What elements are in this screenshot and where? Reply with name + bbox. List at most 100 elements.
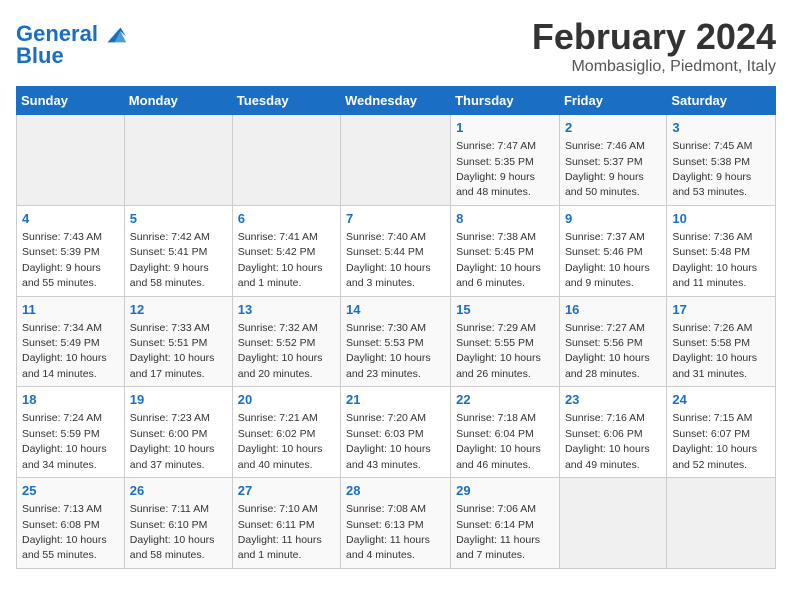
day-number: 29 xyxy=(456,482,554,500)
day-number: 13 xyxy=(238,301,335,319)
calendar-cell xyxy=(667,478,776,569)
day-number: 9 xyxy=(565,210,661,228)
day-detail: Sunrise: 7:34 AMSunset: 5:49 PMDaylight:… xyxy=(22,322,107,380)
day-number: 2 xyxy=(565,119,661,137)
calendar-cell: 13 Sunrise: 7:32 AMSunset: 5:52 PMDayligh… xyxy=(232,296,340,387)
day-detail: Sunrise: 7:11 AMSunset: 6:10 PMDaylight:… xyxy=(130,503,215,561)
calendar-cell: 4Sunrise: 7:43 AMSunset: 5:39 PMDaylight… xyxy=(17,205,125,296)
calendar-cell: 26 Sunrise: 7:11 AMSunset: 6:10 PMDayligh… xyxy=(124,478,232,569)
day-number: 1 xyxy=(456,119,554,137)
calendar-cell xyxy=(232,115,340,206)
location-title: Mombasiglio, Piedmont, Italy xyxy=(532,58,776,76)
day-number: 22 xyxy=(456,391,554,409)
weekday-header-saturday: Saturday xyxy=(667,87,776,115)
day-number: 14 xyxy=(346,301,445,319)
header: General Blue February 2024 Mombasiglio, … xyxy=(16,16,776,76)
day-number: 25 xyxy=(22,482,119,500)
calendar-cell: 11 Sunrise: 7:34 AMSunset: 5:49 PMDayligh… xyxy=(17,296,125,387)
day-number: 16 xyxy=(565,301,661,319)
day-detail: Sunrise: 7:40 AMSunset: 5:44 PMDaylight:… xyxy=(346,231,431,289)
day-detail: Sunrise: 7:46 AMSunset: 5:37 PMDaylight:… xyxy=(565,140,645,198)
calendar-week-4: 18 Sunrise: 7:24 AMSunset: 5:59 PMDayligh… xyxy=(17,387,776,478)
calendar-cell: 12 Sunrise: 7:33 AMSunset: 5:51 PMDayligh… xyxy=(124,296,232,387)
calendar-cell: 8 Sunrise: 7:38 AMSunset: 5:45 PMDaylight… xyxy=(451,205,560,296)
weekday-header-thursday: Thursday xyxy=(451,87,560,115)
calendar-table: SundayMondayTuesdayWednesdayThursdayFrid… xyxy=(16,86,776,569)
day-detail: Sunrise: 7:16 AMSunset: 6:06 PMDaylight:… xyxy=(565,412,650,470)
day-detail: Sunrise: 7:41 AMSunset: 5:42 PMDaylight:… xyxy=(238,231,323,289)
weekday-header-friday: Friday xyxy=(559,87,666,115)
day-detail: Sunrise: 7:37 AMSunset: 5:46 PMDaylight:… xyxy=(565,231,650,289)
calendar-cell xyxy=(124,115,232,206)
day-detail: Sunrise: 7:38 AMSunset: 5:45 PMDaylight:… xyxy=(456,231,541,289)
calendar-cell: 18 Sunrise: 7:24 AMSunset: 5:59 PMDayligh… xyxy=(17,387,125,478)
day-detail: Sunrise: 7:10 AMSunset: 6:11 PMDaylight:… xyxy=(238,503,322,561)
calendar-cell: 5 Sunrise: 7:42 AMSunset: 5:41 PMDaylight… xyxy=(124,205,232,296)
calendar-cell: 23Sunrise: 7:16 AMSunset: 6:06 PMDayligh… xyxy=(559,387,666,478)
day-number: 19 xyxy=(130,391,227,409)
calendar-cell: 28 Sunrise: 7:08 AMSunset: 6:13 PMDayligh… xyxy=(341,478,451,569)
title-area: February 2024 Mombasiglio, Piedmont, Ita… xyxy=(532,16,776,76)
day-number: 20 xyxy=(238,391,335,409)
day-number: 3 xyxy=(672,119,770,137)
day-detail: Sunrise: 7:15 AMSunset: 6:07 PMDaylight:… xyxy=(672,412,757,470)
day-number: 18 xyxy=(22,391,119,409)
calendar-week-2: 4Sunrise: 7:43 AMSunset: 5:39 PMDaylight… xyxy=(17,205,776,296)
day-number: 27 xyxy=(238,482,335,500)
day-number: 5 xyxy=(130,210,227,228)
day-number: 26 xyxy=(130,482,227,500)
day-number: 10 xyxy=(672,210,770,228)
calendar-cell: 20 Sunrise: 7:21 AMSunset: 6:02 PMDayligh… xyxy=(232,387,340,478)
day-number: 24 xyxy=(672,391,770,409)
day-detail: Sunrise: 7:08 AMSunset: 6:13 PMDaylight:… xyxy=(346,503,430,561)
calendar-cell: 9 Sunrise: 7:37 AMSunset: 5:46 PMDaylight… xyxy=(559,205,666,296)
weekday-header-sunday: Sunday xyxy=(17,87,125,115)
day-detail: Sunrise: 7:36 AMSunset: 5:48 PMDaylight:… xyxy=(672,231,757,289)
calendar-cell: 27 Sunrise: 7:10 AMSunset: 6:11 PMDayligh… xyxy=(232,478,340,569)
day-detail: Sunrise: 7:13 AMSunset: 6:08 PMDaylight:… xyxy=(22,503,107,561)
day-number: 15 xyxy=(456,301,554,319)
day-detail: Sunrise: 7:20 AMSunset: 6:03 PMDaylight:… xyxy=(346,412,431,470)
calendar-cell: 15Sunrise: 7:29 AMSunset: 5:55 PMDayligh… xyxy=(451,296,560,387)
day-number: 12 xyxy=(130,301,227,319)
weekday-header-row: SundayMondayTuesdayWednesdayThursdayFrid… xyxy=(17,87,776,115)
calendar-cell: 16 Sunrise: 7:27 AMSunset: 5:56 PMDayligh… xyxy=(559,296,666,387)
calendar-cell: 10 Sunrise: 7:36 AMSunset: 5:48 PMDayligh… xyxy=(667,205,776,296)
calendar-cell: 22 Sunrise: 7:18 AMSunset: 6:04 PMDayligh… xyxy=(451,387,560,478)
day-detail: Sunrise: 7:33 AMSunset: 5:51 PMDaylight:… xyxy=(130,322,215,380)
day-number: 11 xyxy=(22,301,119,319)
day-detail: Sunrise: 7:26 AMSunset: 5:58 PMDaylight:… xyxy=(672,322,757,380)
day-detail: Sunrise: 7:24 AMSunset: 5:59 PMDaylight:… xyxy=(22,412,107,470)
calendar-week-5: 25 Sunrise: 7:13 AMSunset: 6:08 PMDayligh… xyxy=(17,478,776,569)
day-detail: Sunrise: 7:18 AMSunset: 6:04 PMDaylight:… xyxy=(456,412,541,470)
day-detail: Sunrise: 7:23 AMSunset: 6:00 PMDaylight:… xyxy=(130,412,215,470)
calendar-cell xyxy=(559,478,666,569)
weekday-header-wednesday: Wednesday xyxy=(341,87,451,115)
calendar-cell: 29 Sunrise: 7:06 AMSunset: 6:14 PMDayligh… xyxy=(451,478,560,569)
day-number: 6 xyxy=(238,210,335,228)
day-number: 21 xyxy=(346,391,445,409)
day-detail: Sunrise: 7:06 AMSunset: 6:14 PMDaylight:… xyxy=(456,503,540,561)
day-detail: Sunrise: 7:32 AMSunset: 5:52 PMDaylight:… xyxy=(238,322,323,380)
calendar-cell xyxy=(17,115,125,206)
month-title: February 2024 xyxy=(532,16,776,58)
day-number: 8 xyxy=(456,210,554,228)
day-number: 4 xyxy=(22,210,119,228)
day-number: 17 xyxy=(672,301,770,319)
day-number: 28 xyxy=(346,482,445,500)
weekday-header-monday: Monday xyxy=(124,87,232,115)
day-detail: Sunrise: 7:21 AMSunset: 6:02 PMDaylight:… xyxy=(238,412,323,470)
day-detail: Sunrise: 7:45 AMSunset: 5:38 PMDaylight:… xyxy=(672,140,752,198)
calendar-cell: 7Sunrise: 7:40 AMSunset: 5:44 PMDaylight… xyxy=(341,205,451,296)
day-detail: Sunrise: 7:30 AMSunset: 5:53 PMDaylight:… xyxy=(346,322,431,380)
day-detail: Sunrise: 7:42 AMSunset: 5:41 PMDaylight:… xyxy=(130,231,210,289)
calendar-week-1: 1 Sunrise: 7:47 AMSunset: 5:35 PMDaylight… xyxy=(17,115,776,206)
calendar-cell: 14 Sunrise: 7:30 AMSunset: 5:53 PMDayligh… xyxy=(341,296,451,387)
day-detail: Sunrise: 7:47 AMSunset: 5:35 PMDaylight:… xyxy=(456,140,536,198)
calendar-cell: 24 Sunrise: 7:15 AMSunset: 6:07 PMDayligh… xyxy=(667,387,776,478)
calendar-cell: 19 Sunrise: 7:23 AMSunset: 6:00 PMDayligh… xyxy=(124,387,232,478)
calendar-cell: 17 Sunrise: 7:26 AMSunset: 5:58 PMDayligh… xyxy=(667,296,776,387)
day-detail: Sunrise: 7:27 AMSunset: 5:56 PMDaylight:… xyxy=(565,322,650,380)
calendar-cell: 25 Sunrise: 7:13 AMSunset: 6:08 PMDayligh… xyxy=(17,478,125,569)
calendar-cell: 21 Sunrise: 7:20 AMSunset: 6:03 PMDayligh… xyxy=(341,387,451,478)
